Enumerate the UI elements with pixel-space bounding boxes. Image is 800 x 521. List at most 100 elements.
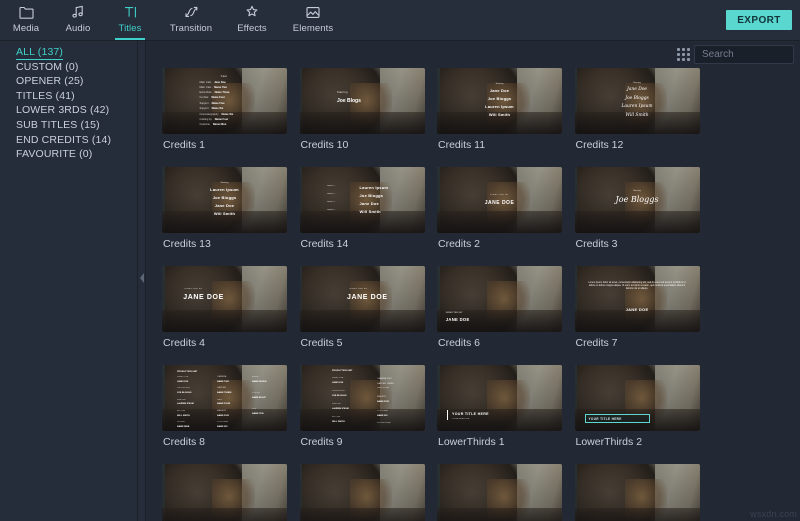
overlay-name: Lauren Ipsum xyxy=(210,187,239,193)
tab-transition-label: Transition xyxy=(169,23,213,34)
grid-item-partial[interactable] xyxy=(437,464,575,521)
overlay-title: Joe Bloggs xyxy=(615,195,659,205)
tab-audio-label: Audio xyxy=(65,23,91,34)
overlay-paragraph: Lorem ipsum dolor sit amet, consectetur … xyxy=(588,280,686,291)
grid-item-caption: Credits 8 xyxy=(163,436,206,448)
sidebar-item-custom[interactable]: CUSTOM (0) xyxy=(0,60,137,75)
overlay-label: Name 4 xyxy=(327,209,335,212)
thumbnail-credits-2[interactable]: DIRECTED BY JANE DOE xyxy=(437,167,562,233)
thumbnail-credits-8[interactable]: PRODUCTION UNIT DIRECTOR JANE DOE PRODUC… xyxy=(162,365,287,431)
overlay-name: Joe Bloggs xyxy=(625,95,649,101)
search-box[interactable] xyxy=(694,45,800,64)
grid-item-credits-1[interactable]: Cast Main Cast Jane Doe Main Cast Name Two… xyxy=(162,68,300,151)
overlay-title: JANE DOE xyxy=(183,293,224,301)
grid-item-partial[interactable] xyxy=(574,464,713,521)
overlay-name: Will Smith xyxy=(213,211,236,217)
grid-item-caption: Credits 6 xyxy=(438,337,481,349)
grid-item-credits-10[interactable]: Starring Joe Blogs Credits 10 xyxy=(299,68,438,151)
thumbnail-credits-7[interactable]: Lorem ipsum dolor sit amet, consectetur … xyxy=(574,266,700,332)
overlay-title: JANE DOE xyxy=(445,317,470,323)
grid-item-credits-6[interactable]: DIRECTED BY JANE DOE Credits 6 xyxy=(437,266,575,349)
tab-titles[interactable]: Titles xyxy=(104,0,156,40)
grid-item-credits-7[interactable]: Lorem ipsum dolor sit amet, consectetur … xyxy=(574,266,713,349)
overlay-name: Joe Bloggs xyxy=(359,192,384,198)
grid-row: Starring Lauren Ipsum Joe Bloggs Jane Do… xyxy=(162,167,800,266)
sidebar-item-sub-titles[interactable]: SUB TITLES (15) xyxy=(0,118,137,133)
grid-item-credits-14[interactable]: Name 1 Lauren Ipsum Name 2 Joe Bloggs Na… xyxy=(299,167,438,250)
sidebar-item-favourite-label: FAVOURITE (0) xyxy=(16,148,93,161)
tab-audio[interactable]: Audio xyxy=(52,0,104,40)
thumbnail-credits-4[interactable]: DIRECTED BY JANE DOE xyxy=(162,266,287,332)
sidebar-item-opener-label: OPENER (25) xyxy=(16,75,84,88)
grid-item-credits-11[interactable]: Starring Jane Doe Joe Bloggs Lauren Ipsu… xyxy=(437,68,575,151)
grid-item-credits-3[interactable]: Starring Joe Bloggs Credits 3 xyxy=(574,167,713,250)
thumbnail-credits-5[interactable]: DIRECTED BY JANE DOE xyxy=(299,266,425,332)
thumbnail-credits-3[interactable]: Starring Joe Bloggs xyxy=(574,167,700,233)
overlay-kicker: Starring xyxy=(220,181,229,184)
thumbnail-credits-9[interactable]: PRODUCTION UNIT DIRECTOR JANE DOE PRODUC… xyxy=(299,365,425,431)
overlay-name: Lauren Ipsum xyxy=(621,104,653,110)
thumbnail-partial[interactable] xyxy=(162,464,287,521)
thumbnail-credits-6[interactable]: DIRECTED BY JANE DOE xyxy=(437,266,562,332)
thumbnail-partial[interactable] xyxy=(574,464,700,521)
grid-item-lowerthirds-2[interactable]: YOUR TITLE HERE LowerThirds 2 xyxy=(574,365,713,448)
sidebar-item-titles[interactable]: TITLES (41) xyxy=(0,89,137,104)
grid-item-credits-8[interactable]: PRODUCTION UNIT DIRECTOR JANE DOE PRODUC… xyxy=(162,365,300,448)
grid-item-credits-5[interactable]: DIRECTED BY JANE DOE Credits 5 xyxy=(299,266,438,349)
overlay-name: Jane Doe xyxy=(627,87,647,93)
grid-item-caption: Credits 11 xyxy=(438,139,486,151)
library-toolbar xyxy=(147,41,800,68)
grid-item-credits-9[interactable]: PRODUCTION UNIT DIRECTOR JANE DOE PRODUC… xyxy=(299,365,438,448)
thumbnail-credits-11[interactable]: Starring Jane Doe Joe Bloggs Lauren Ipsu… xyxy=(437,68,562,134)
sidebar-item-favourite[interactable]: FAVOURITE (0) xyxy=(0,147,137,162)
overlay-label: Name 2 xyxy=(327,193,335,196)
grid-item-caption: Credits 1 xyxy=(163,139,206,151)
thumbnail-partial[interactable] xyxy=(299,464,425,521)
tab-media[interactable]: Media xyxy=(0,0,52,40)
thumbnail-credits-10[interactable]: Starring Joe Blogs xyxy=(299,68,425,134)
export-button[interactable]: EXPORT xyxy=(726,10,792,30)
grid-item-caption: Credits 7 xyxy=(575,337,618,349)
sidebar-item-end-credits[interactable]: END CREDITS (14) xyxy=(0,133,137,148)
grid-view-icon[interactable] xyxy=(677,48,690,61)
sidebar-item-titles-label: TITLES (41) xyxy=(16,89,75,102)
sidebar-item-lower-3rds[interactable]: LOWER 3RDS (42) xyxy=(0,103,137,118)
grid-item-caption: Credits 9 xyxy=(300,436,343,448)
thumbnail-credits-13[interactable]: Starring Lauren Ipsum Joe Bloggs Jane Do… xyxy=(162,167,287,233)
top-toolbar: Media Audio Titles Transition Effects El… xyxy=(0,0,800,41)
grid-item-credits-4[interactable]: DIRECTED BY JANE DOE Credits 4 xyxy=(162,266,300,349)
sidebar-item-sub-titles-label: SUB TITLES (15) xyxy=(16,118,100,131)
thumbnail-credits-12[interactable]: Starring Jane Doe Joe Bloggs Lauren Ipsu… xyxy=(574,68,700,134)
thumbnail-partial[interactable] xyxy=(437,464,562,521)
thumbnail-credits-1[interactable]: Cast Main Cast Jane Doe Main Cast Name Two… xyxy=(162,68,287,134)
overlay-kicker: DIRECTED BY xyxy=(489,194,510,197)
search-input[interactable] xyxy=(695,49,800,60)
grid-item-credits-12[interactable]: Starring Jane Doe Joe Bloggs Lauren Ipsu… xyxy=(574,68,713,151)
thumbnail-credits-14[interactable]: Name 1 Lauren Ipsum Name 2 Joe Bloggs Na… xyxy=(299,167,425,233)
grid-item-partial[interactable] xyxy=(299,464,438,521)
category-sidebar: ALL (137) CUSTOM (0) OPENER (25) TITLES … xyxy=(0,41,138,521)
tab-titles-label: Titles xyxy=(118,23,142,34)
sidebar-item-all[interactable]: ALL (137) xyxy=(0,45,137,60)
thumbnail-lowerthirds-1[interactable]: YOUR TITLE HERE YOUR SUBTITLE xyxy=(437,365,562,431)
thumbnail-lowerthirds-2[interactable]: YOUR TITLE HERE xyxy=(574,365,700,431)
transition-icon xyxy=(184,3,199,21)
tab-elements-label: Elements xyxy=(292,23,334,34)
grid-item-lowerthirds-1[interactable]: YOUR TITLE HERE YOUR SUBTITLE LowerThird… xyxy=(437,365,575,448)
tab-media-label: Media xyxy=(12,23,40,34)
tab-elements[interactable]: Elements xyxy=(278,0,348,40)
overlay-subtitle: YOUR SUBTITLE xyxy=(452,417,470,420)
grid-item-credits-2[interactable]: DIRECTED BY JANE DOE Credits 2 xyxy=(437,167,575,250)
tab-effects[interactable]: Effects xyxy=(226,0,278,40)
tab-transition[interactable]: Transition xyxy=(156,0,226,40)
grid-item-partial[interactable] xyxy=(162,464,300,521)
grid-item-caption: Credits 12 xyxy=(575,139,624,151)
overlay-name: Jane Doe xyxy=(214,203,235,209)
grid-item-caption: Credits 14 xyxy=(300,238,349,250)
overlay-title: JANE DOE xyxy=(625,306,649,312)
sidebar-item-custom-label: CUSTOM (0) xyxy=(16,60,79,73)
grid-item-credits-13[interactable]: Starring Lauren Ipsum Joe Bloggs Jane Do… xyxy=(162,167,300,250)
overlay-title: Joe Blogs xyxy=(337,97,361,104)
sidebar-collapse-handle[interactable] xyxy=(138,41,146,521)
sidebar-item-opener[interactable]: OPENER (25) xyxy=(0,74,137,89)
